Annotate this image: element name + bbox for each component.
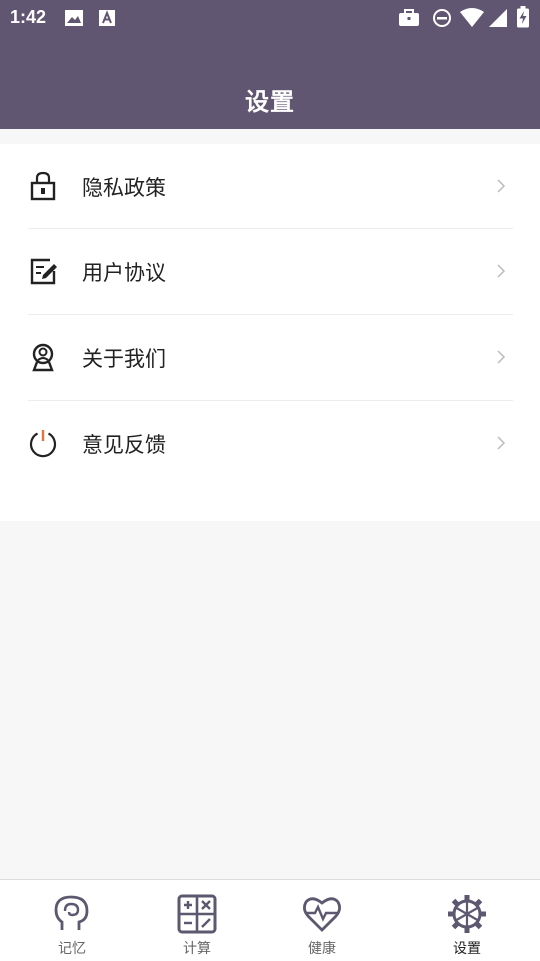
menu-item-user-agreement[interactable]: 用户协议 bbox=[0, 229, 540, 314]
status-time: 1:42 bbox=[10, 7, 47, 27]
bottom-tab-bar: 记忆 计算 健康 设置 bbox=[0, 879, 540, 961]
menu-item-label: 隐私政策 bbox=[82, 176, 166, 200]
tab-label: 计算 bbox=[183, 941, 211, 957]
power-icon bbox=[29, 430, 57, 458]
lock-icon bbox=[30, 171, 56, 201]
settings-menu: 隐私政策 用户协议 关于我们 意见反馈 bbox=[0, 144, 540, 521]
cell-signal-icon bbox=[489, 9, 507, 27]
chevron-right-icon bbox=[497, 436, 506, 450]
menu-item-feedback[interactable]: 意见反馈 bbox=[0, 401, 540, 486]
tab-label: 记忆 bbox=[58, 941, 86, 957]
menu-item-label: 意见反馈 bbox=[82, 433, 166, 457]
calculator-icon bbox=[177, 894, 217, 934]
heartbeat-icon bbox=[303, 897, 341, 932]
a-box-icon bbox=[99, 10, 115, 26]
menu-item-privacy-policy[interactable]: 隐私政策 bbox=[0, 144, 540, 229]
wifi-icon bbox=[460, 8, 484, 27]
app-header: 1:42 设置 bbox=[0, 0, 540, 129]
gear-icon bbox=[448, 895, 486, 933]
battery-charging-icon bbox=[517, 6, 529, 28]
tab-calculate[interactable]: 计算 bbox=[147, 880, 247, 961]
profile-icon bbox=[32, 343, 54, 372]
status-bar: 1:42 bbox=[0, 0, 540, 36]
tab-memory[interactable]: 记忆 bbox=[22, 880, 122, 961]
tab-label: 设置 bbox=[453, 941, 481, 957]
edit-document-icon bbox=[30, 258, 57, 285]
tab-settings[interactable]: 设置 bbox=[417, 880, 517, 961]
chevron-right-icon bbox=[497, 179, 506, 193]
menu-item-label: 关于我们 bbox=[82, 347, 166, 371]
chevron-right-icon bbox=[497, 350, 506, 364]
briefcase-icon bbox=[399, 9, 419, 26]
chevron-right-icon bbox=[497, 264, 506, 278]
menu-item-label: 用户协议 bbox=[82, 261, 166, 285]
tab-label: 健康 bbox=[308, 941, 336, 957]
page-title: 设置 bbox=[245, 88, 295, 116]
brain-head-icon bbox=[54, 895, 89, 930]
do-not-disturb-icon bbox=[433, 9, 451, 27]
image-icon bbox=[65, 10, 83, 26]
menu-item-about-us[interactable]: 关于我们 bbox=[0, 315, 540, 400]
tab-health[interactable]: 健康 bbox=[272, 880, 372, 961]
